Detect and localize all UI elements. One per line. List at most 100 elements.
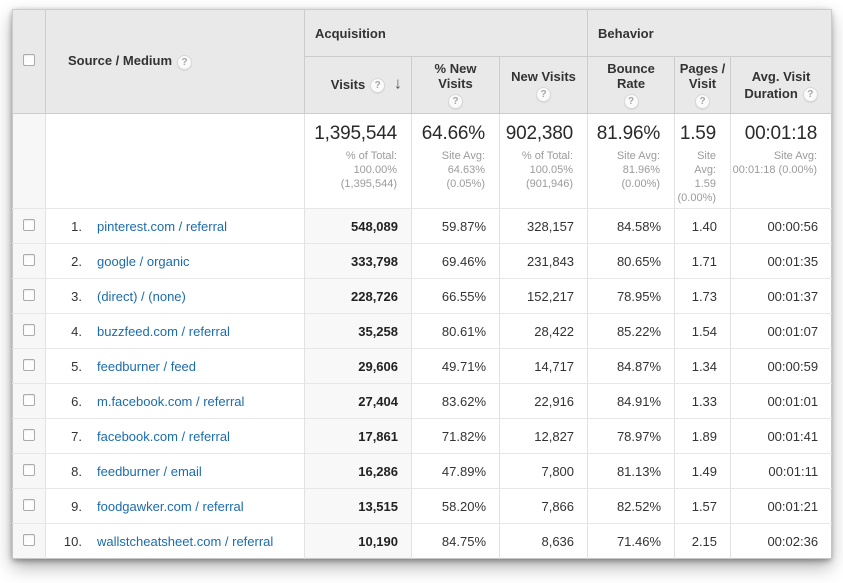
group-header-acquisition: Acquisition [305, 10, 588, 57]
avg-duration-value: 00:01:37 [731, 279, 832, 314]
row-rank: 2. [58, 254, 82, 269]
row-rank: 4. [58, 324, 82, 339]
row-rank: 5. [58, 359, 82, 374]
avg-duration-value: 00:00:56 [731, 209, 832, 244]
row-checkbox[interactable] [23, 429, 35, 441]
help-icon[interactable]: ? [370, 78, 385, 93]
source-medium-link[interactable]: foodgawker.com / referral [97, 499, 244, 514]
avg-duration-value: 00:00:59 [731, 349, 832, 384]
select-all-checkbox[interactable] [23, 54, 35, 66]
pages-visit-label: Pages / Visit [679, 61, 726, 91]
row-checkbox[interactable] [23, 219, 35, 231]
source-medium-link[interactable]: m.facebook.com / referral [97, 394, 244, 409]
avg-duration-value: 00:01:35 [731, 244, 832, 279]
avg-duration-value: 00:01:21 [731, 489, 832, 524]
row-rank: 1. [58, 219, 82, 234]
pct-new-visits-value: 66.55% [412, 279, 500, 314]
pct-new-visits-value: 83.62% [412, 384, 500, 419]
column-header-visits[interactable]: Visits? ↓ [305, 57, 412, 114]
totals-pct-new-value: 64.66% [413, 123, 498, 145]
table-row: 7.facebook.com / referral 17,861 71.82% … [13, 419, 832, 454]
avg-duration-value: 00:01:07 [731, 314, 832, 349]
avg-duration-value: 00:01:01 [731, 384, 832, 419]
row-checkbox-cell [13, 384, 46, 419]
row-checkbox[interactable] [23, 464, 35, 476]
totals-pct-new-subnote: Site Avg: 64.63% (0.05%) [413, 149, 498, 191]
new-visits-value: 152,217 [500, 279, 588, 314]
bounce-rate-value: 82.52% [588, 489, 675, 524]
totals-pages-visit: 1.59 Site Avg: 1.59 (0.00%) [675, 114, 731, 209]
totals-visits-value: 1,395,544 [306, 123, 410, 145]
pages-visit-value: 1.54 [675, 314, 731, 349]
row-checkbox[interactable] [23, 359, 35, 371]
row-checkbox[interactable] [23, 534, 35, 546]
new-visits-value: 14,717 [500, 349, 588, 384]
new-visits-value: 22,916 [500, 384, 588, 419]
visits-value: 29,606 [305, 349, 412, 384]
totals-checkbox-cell [13, 114, 46, 209]
bounce-rate-value: 78.95% [588, 279, 675, 314]
pct-new-visits-value: 47.89% [412, 454, 500, 489]
pct-new-visits-value: 69.46% [412, 244, 500, 279]
help-icon[interactable]: ? [448, 94, 463, 109]
pct-new-visits-value: 71.82% [412, 419, 500, 454]
new-visits-value: 7,800 [500, 454, 588, 489]
column-header-bounce-rate[interactable]: Bounce Rate ? [588, 57, 675, 114]
table-row: 8.feedburner / email 16,286 47.89% 7,800… [13, 454, 832, 489]
help-icon[interactable]: ? [536, 87, 551, 102]
source-cell: 8.feedburner / email [46, 454, 305, 489]
column-header-pct-new-visits[interactable]: % New Visits ? [412, 57, 500, 114]
pages-visit-value: 1.34 [675, 349, 731, 384]
totals-avg-duration: 00:01:18 Site Avg: 00:01:18 (0.00%) [731, 114, 832, 209]
source-medium-link[interactable]: wallstcheatsheet.com / referral [97, 534, 273, 549]
bounce-rate-label: Bounce Rate [592, 61, 670, 91]
row-checkbox[interactable] [23, 324, 35, 336]
source-medium-link[interactable]: feedburner / feed [97, 359, 196, 374]
bounce-rate-value: 78.97% [588, 419, 675, 454]
avg-duration-value: 00:01:11 [731, 454, 832, 489]
source-medium-link[interactable]: buzzfeed.com / referral [97, 324, 230, 339]
source-medium-link[interactable]: feedburner / email [97, 464, 202, 479]
new-visits-value: 28,422 [500, 314, 588, 349]
row-checkbox[interactable] [23, 254, 35, 266]
new-visits-value: 8,636 [500, 524, 588, 559]
column-header-avg-visit-duration[interactable]: Avg. Visit Duration? [731, 57, 832, 114]
row-rank: 3. [58, 289, 82, 304]
new-visits-value: 328,157 [500, 209, 588, 244]
source-medium-link[interactable]: (direct) / (none) [97, 289, 186, 304]
bounce-rate-value: 71.46% [588, 524, 675, 559]
source-cell: 5. feedburner / feed [46, 349, 305, 384]
row-checkbox[interactable] [23, 289, 35, 301]
bounce-rate-value: 85.22% [588, 314, 675, 349]
visits-value: 35,258 [305, 314, 412, 349]
help-icon[interactable]: ? [177, 55, 192, 70]
column-header-new-visits[interactable]: New Visits ? [500, 57, 588, 114]
help-icon[interactable]: ? [624, 94, 639, 109]
help-icon[interactable]: ? [695, 94, 710, 109]
totals-bounce-rate-subnote: Site Avg: 81.96% (0.00%) [589, 149, 673, 191]
column-header-source-medium[interactable]: Source / Medium? [46, 10, 305, 114]
row-checkbox-cell [13, 244, 46, 279]
source-medium-link[interactable]: facebook.com / referral [97, 429, 230, 444]
pages-visit-value: 1.71 [675, 244, 731, 279]
table-row: 10.wallstcheatsheet.com / referral 10,19… [13, 524, 832, 559]
totals-pages-visit-value: 1.59 [676, 123, 729, 145]
pct-new-visits-value: 59.87% [412, 209, 500, 244]
row-checkbox[interactable] [23, 499, 35, 511]
pct-new-visits-value: 49.71% [412, 349, 500, 384]
visits-value: 333,798 [305, 244, 412, 279]
sort-descending-icon: ↓ [394, 76, 402, 94]
source-cell: 9.foodgawker.com / referral [46, 489, 305, 524]
source-cell: 7.facebook.com / referral [46, 419, 305, 454]
totals-avg-duration-subnote: Site Avg: 00:01:18 (0.00%) [732, 149, 830, 177]
table-row: 2.google / organic 333,798 69.46% 231,84… [13, 244, 832, 279]
column-header-pages-visit[interactable]: Pages / Visit ? [675, 57, 731, 114]
source-medium-link[interactable]: google / organic [97, 254, 190, 269]
source-medium-link[interactable]: pinterest.com / referral [97, 219, 227, 234]
totals-pct-new-visits: 64.66% Site Avg: 64.63% (0.05%) [412, 114, 500, 209]
group-header-behavior: Behavior [588, 10, 832, 57]
source-cell: 2. google / organic [46, 244, 305, 279]
help-icon[interactable]: ? [803, 87, 818, 102]
row-checkbox[interactable] [23, 394, 35, 406]
row-checkbox-cell [13, 454, 46, 489]
